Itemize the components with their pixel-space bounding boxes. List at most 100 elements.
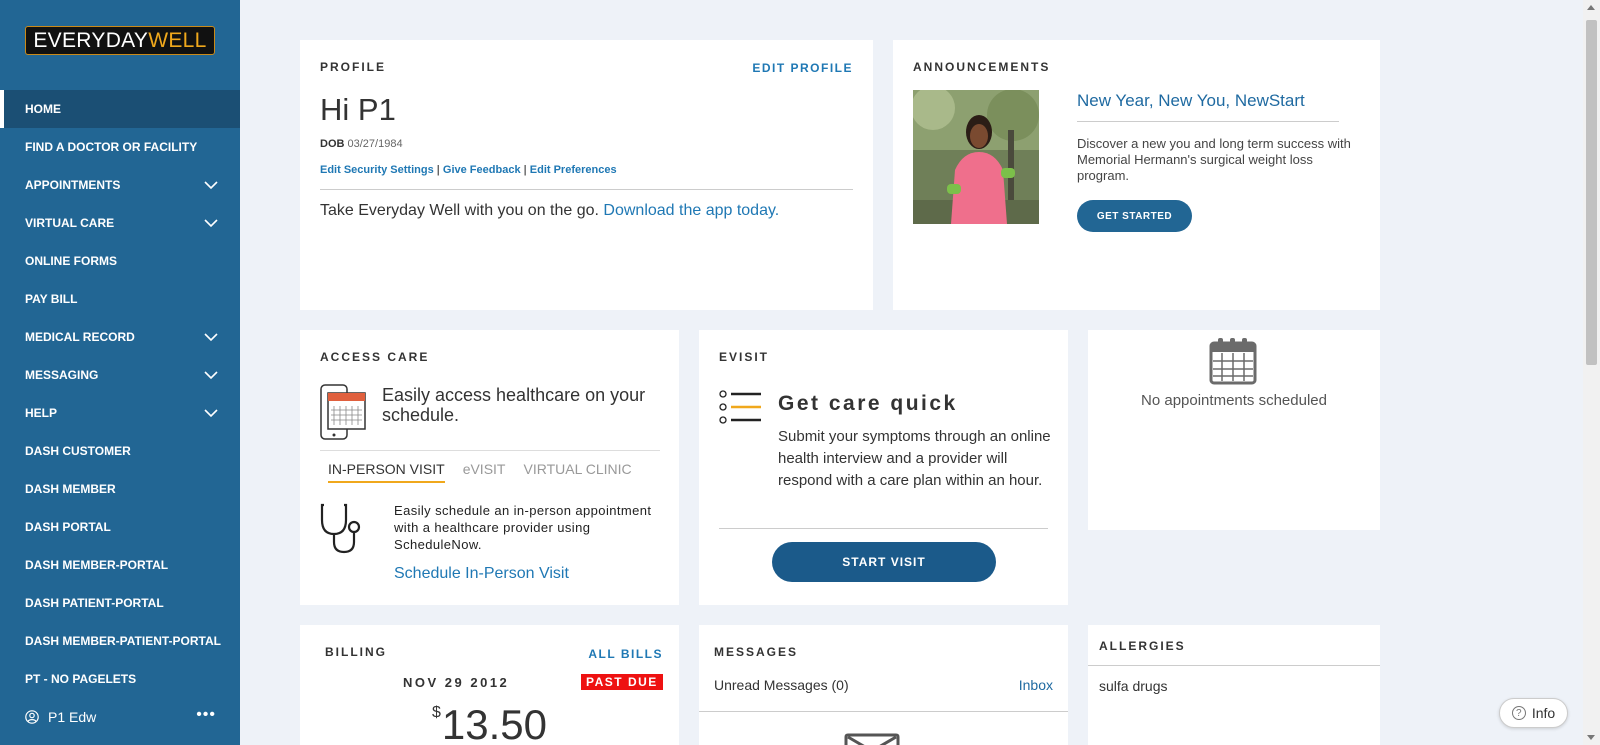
sidebar-nav: HOME FIND A DOCTOR OR FACILITY APPOINTME… — [0, 90, 240, 698]
profile-title: PROFILE — [320, 60, 387, 74]
sidebar-item-label: FIND A DOCTOR OR FACILITY — [25, 140, 198, 154]
sidebar-item-virtual-care[interactable]: VIRTUAL CARE — [0, 204, 240, 242]
tab-evisit[interactable]: eVISIT — [463, 461, 506, 483]
scroll-up-arrow-icon[interactable] — [1587, 5, 1595, 10]
sidebar-item-label: MESSAGING — [25, 368, 99, 382]
access-care-heading: Easily access healthcare on your schedul… — [382, 385, 646, 425]
sidebar-item-messaging[interactable]: MESSAGING — [0, 356, 240, 394]
sidebar-item-label: DASH MEMBER-PORTAL — [25, 558, 169, 572]
link-separator: | — [523, 164, 527, 176]
logo-text-well: WELL — [148, 28, 207, 52]
messages-title: MESSAGES — [714, 645, 799, 659]
dob: DOB 03/27/1984 — [320, 138, 403, 150]
sidebar-item-dash-portal[interactable]: DASH PORTAL — [0, 508, 240, 546]
evisit-card: EVISIT Get care quick Submit your sympto… — [699, 330, 1068, 605]
give-feedback-link[interactable]: Give Feedback — [443, 164, 521, 176]
allergy-item: sulfa drugs — [1099, 678, 1168, 694]
calendar-icon — [1209, 338, 1257, 385]
sidebar-item-label: ONLINE FORMS — [25, 254, 117, 268]
bill-amount-value: 13.50 — [441, 701, 548, 745]
announcement-body: Discover a new you and long term success… — [1077, 136, 1351, 183]
app-promo: Take Everyday Well with you on the go. D… — [320, 202, 779, 220]
schedule-in-person-visit-link[interactable]: Schedule In-Person Visit — [394, 565, 569, 583]
sidebar-item-online-forms[interactable]: ONLINE FORMS — [0, 242, 240, 280]
page-scrollbar[interactable] — [1583, 0, 1600, 745]
edit-preferences-link[interactable]: Edit Preferences — [530, 164, 617, 176]
sidebar-item-label: PAY BILL — [25, 292, 78, 306]
profile-card: PROFILE EDIT PROFILE Hi P1 DOB 03/27/198… — [300, 40, 873, 310]
announcement-headline-link[interactable]: New Year, New You, NewStart — [1077, 91, 1305, 111]
user-name: P1 Edw — [48, 709, 97, 725]
billing-title: BILLING — [325, 645, 387, 659]
sidebar-item-dash-patient-portal[interactable]: DASH PATIENT-PORTAL — [0, 584, 240, 622]
edit-profile-link[interactable]: EDIT PROFILE — [752, 61, 853, 75]
announcements-card: ANNOUNCEMENTS New Year, New You, NewStar… — [893, 40, 1380, 310]
divider — [699, 711, 1068, 712]
access-care-title: ACCESS CARE — [320, 350, 430, 364]
divider — [1077, 121, 1339, 122]
sidebar-item-dash-member-patient-portal[interactable]: DASH MEMBER-PATIENT-PORTAL — [0, 622, 240, 660]
sidebar-item-pt-no-pagelets[interactable]: PT - NO PAGELETS — [0, 660, 240, 698]
all-bills-link[interactable]: ALL BILLS — [588, 647, 663, 661]
sidebar: EVERYDAYWELL HOME FIND A DOCTOR OR FACIL… — [0, 0, 240, 745]
scroll-down-arrow-icon[interactable] — [1587, 735, 1595, 740]
divider — [719, 528, 1048, 529]
download-app-link[interactable]: Download the app today. — [603, 202, 779, 219]
sidebar-item-find-doctor[interactable]: FIND A DOCTOR OR FACILITY — [0, 128, 240, 166]
chevron-down-icon[interactable] — [204, 216, 218, 230]
sidebar-item-dash-customer[interactable]: DASH CUSTOMER — [0, 432, 240, 470]
no-appointments-text: No appointments scheduled — [1141, 392, 1327, 409]
unread-messages-row: Unread Messages (0) Inbox — [714, 677, 1053, 693]
chevron-down-icon[interactable] — [204, 406, 218, 420]
tab-in-person-visit[interactable]: IN-PERSON VISIT — [328, 461, 445, 483]
currency-symbol: $ — [432, 704, 441, 721]
dob-label: DOB — [320, 138, 345, 150]
sidebar-item-label: HELP — [25, 406, 58, 420]
greeting: Hi P1 — [320, 92, 396, 127]
info-button[interactable]: ? Info — [1499, 698, 1568, 728]
bill-amount: $13.50 — [432, 701, 547, 745]
unread-messages-count: Unread Messages (0) — [714, 677, 849, 693]
chevron-down-icon[interactable] — [204, 368, 218, 382]
access-care-description: Easily schedule an in-person appointment… — [394, 503, 652, 552]
inbox-link[interactable]: Inbox — [1019, 677, 1053, 693]
phone-calendar-icon — [320, 384, 366, 440]
announcements-title: ANNOUNCEMENTS — [913, 60, 1051, 74]
sidebar-item-pay-bill[interactable]: PAY BILL — [0, 280, 240, 318]
edit-security-settings-link[interactable]: Edit Security Settings — [320, 164, 434, 176]
get-started-button[interactable]: GET STARTED — [1077, 200, 1192, 232]
tab-virtual-clinic[interactable]: VIRTUAL CLINIC — [523, 461, 631, 483]
messages-card: MESSAGES Unread Messages (0) Inbox — [699, 625, 1068, 745]
bill-date: NOV 29 2012 — [403, 675, 510, 690]
allergies-card: ALLERGIES sulfa drugs — [1088, 625, 1380, 745]
divider — [320, 450, 660, 451]
stethoscope-icon — [320, 503, 361, 554]
divider — [1088, 665, 1380, 666]
user-avatar-icon — [25, 710, 39, 724]
scroll-thumb[interactable] — [1586, 20, 1597, 365]
info-button-label: Info — [1531, 705, 1556, 721]
sidebar-item-label: DASH MEMBER — [25, 482, 116, 496]
visit-type-tabs: IN-PERSON VISIT eVISIT VIRTUAL CLINIC — [328, 461, 650, 483]
sidebar-item-dash-member[interactable]: DASH MEMBER — [0, 470, 240, 508]
sidebar-item-label: APPOINTMENTS — [25, 178, 121, 192]
chevron-down-icon[interactable] — [204, 330, 218, 344]
start-visit-button[interactable]: START VISIT — [772, 542, 996, 582]
sidebar-item-help[interactable]: HELP — [0, 394, 240, 432]
divider — [320, 189, 853, 190]
user-menu[interactable]: P1 Edw ••• — [0, 700, 240, 734]
sidebar-item-label: DASH PORTAL — [25, 520, 111, 534]
past-due-badge: PAST DUE — [581, 674, 663, 690]
checklist-icon — [719, 390, 761, 424]
sidebar-item-dash-member-portal[interactable]: DASH MEMBER-PORTAL — [0, 546, 240, 584]
dob-value: 03/27/1984 — [347, 138, 403, 150]
chevron-down-icon[interactable] — [204, 178, 218, 192]
sidebar-item-home[interactable]: HOME — [0, 90, 240, 128]
brand-logo[interactable]: EVERYDAYWELL — [25, 26, 215, 55]
envelope-icon — [844, 733, 900, 745]
more-options-icon[interactable]: ••• — [196, 706, 216, 724]
link-separator: | — [436, 164, 440, 176]
sidebar-item-medical-record[interactable]: MEDICAL RECORD — [0, 318, 240, 356]
sidebar-item-appointments[interactable]: APPOINTMENTS — [0, 166, 240, 204]
announcement-photo — [913, 90, 1039, 224]
